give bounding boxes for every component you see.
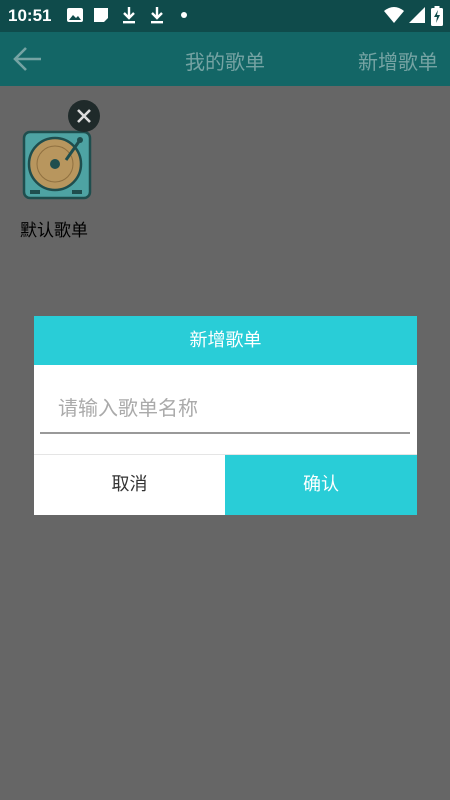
status-time: 10:51 bbox=[8, 6, 52, 25]
back-button[interactable] bbox=[12, 44, 44, 74]
image-icon bbox=[66, 6, 84, 28]
delete-playlist-button[interactable] bbox=[68, 100, 100, 132]
turntable-icon bbox=[22, 130, 92, 200]
wifi-icon bbox=[383, 6, 405, 28]
playlist-name: 默认歌单 bbox=[20, 221, 88, 241]
battery-icon bbox=[431, 6, 443, 30]
playlist-name-input[interactable] bbox=[40, 384, 410, 434]
download-icon bbox=[120, 6, 138, 28]
add-playlist-dialog: 新增歌单 取消 确认 bbox=[34, 316, 417, 515]
close-icon bbox=[68, 100, 100, 132]
download-icon bbox=[148, 6, 166, 28]
dialog-button-row: 取消 确认 bbox=[34, 454, 417, 515]
status-bar: 10:51 bbox=[0, 0, 450, 32]
dot-icon bbox=[178, 6, 196, 28]
toolbar: 我的歌单 新增歌单 bbox=[0, 32, 450, 86]
dialog-title: 新增歌单 bbox=[34, 316, 417, 365]
add-playlist-button[interactable]: 新增歌单 bbox=[358, 46, 438, 75]
confirm-button[interactable]: 确认 bbox=[225, 455, 417, 515]
signal-icon bbox=[408, 6, 426, 28]
arrow-left-icon bbox=[13, 47, 41, 71]
cancel-button[interactable]: 取消 bbox=[34, 455, 225, 515]
playlist-item[interactable]: 默认歌单 bbox=[12, 100, 108, 241]
note-icon bbox=[92, 6, 110, 28]
